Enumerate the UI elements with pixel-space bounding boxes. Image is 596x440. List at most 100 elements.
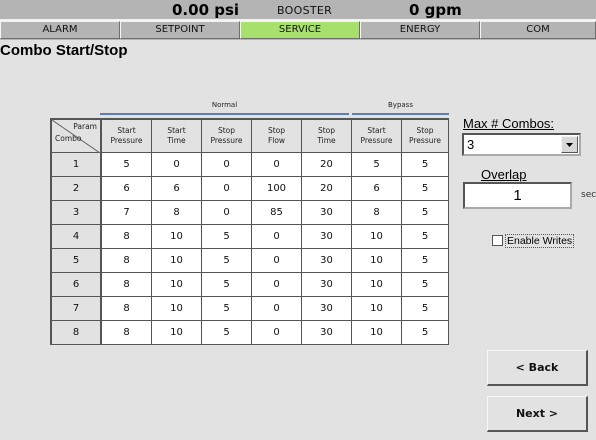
column-header: Stop Pressure — [202, 120, 252, 153]
param-value-cell[interactable]: 6 — [352, 177, 402, 201]
param-value-cell[interactable]: 0 — [252, 225, 302, 249]
param-value-cell[interactable]: 8 — [102, 321, 152, 345]
tab-alarm[interactable]: ALARM — [0, 21, 120, 39]
param-value-cell[interactable]: 8 — [102, 225, 152, 249]
enable-writes-label[interactable]: Enable Writes — [505, 234, 575, 248]
dropdown-button[interactable] — [561, 136, 578, 153]
param-value-cell[interactable]: 30 — [302, 225, 352, 249]
combo-number-cell: 6 — [52, 273, 102, 297]
param-value-cell[interactable]: 8 — [102, 273, 152, 297]
tab-setpoint[interactable]: SETPOINT — [120, 21, 240, 39]
param-value-cell[interactable]: 5 — [402, 297, 449, 321]
param-value-cell[interactable]: 0 — [202, 153, 252, 177]
table-row: 6 8 10 5 0 30 10 5 — [52, 273, 449, 297]
param-value-cell[interactable]: 30 — [302, 273, 352, 297]
tab-com[interactable]: COM — [480, 21, 596, 39]
corner-param-label: Param — [73, 122, 97, 131]
corner-combo-label: Combo — [55, 134, 82, 143]
bypass-group-line — [352, 113, 449, 115]
triangle-down-icon — [566, 143, 573, 147]
param-value-cell[interactable]: 6 — [152, 177, 202, 201]
overlap-input[interactable]: 1 — [463, 182, 572, 209]
param-value-cell[interactable]: 5 — [202, 249, 252, 273]
param-value-cell[interactable]: 10 — [152, 321, 202, 345]
param-value-cell[interactable]: 5 — [202, 321, 252, 345]
table-header-row: Param Combo Start Pressure Start Time Stop… — [52, 120, 449, 153]
combo-number-cell: 3 — [52, 201, 102, 225]
param-value-cell[interactable]: 0 — [252, 153, 302, 177]
table-row: 2 6 6 0 100 20 6 5 — [52, 177, 449, 201]
param-value-cell[interactable]: 0 — [152, 153, 202, 177]
table-row: 5 8 10 5 0 30 10 5 — [52, 249, 449, 273]
param-value-cell[interactable]: 5 — [402, 321, 449, 345]
enable-writes-checkbox[interactable] — [492, 235, 503, 246]
param-value-cell[interactable]: 8 — [102, 249, 152, 273]
param-value-cell[interactable]: 8 — [352, 201, 402, 225]
max-combos-label: Max # Combos: — [463, 116, 555, 131]
table-row: 7 8 10 5 0 30 10 5 — [52, 297, 449, 321]
param-value-cell[interactable]: 0 — [252, 273, 302, 297]
param-value-cell[interactable]: 10 — [152, 297, 202, 321]
param-value-cell[interactable]: 10 — [152, 249, 202, 273]
table-row: 1 5 0 0 0 20 5 5 — [52, 153, 449, 177]
param-value-cell[interactable]: 30 — [302, 321, 352, 345]
param-value-cell[interactable]: 10 — [152, 273, 202, 297]
param-value-cell[interactable]: 5 — [102, 153, 152, 177]
param-value-cell[interactable]: 10 — [352, 225, 402, 249]
param-value-cell[interactable]: 100 — [252, 177, 302, 201]
param-value-cell[interactable]: 8 — [102, 297, 152, 321]
flow-readout: 0 gpm — [409, 1, 462, 19]
param-value-cell[interactable]: 8 — [152, 201, 202, 225]
param-value-cell[interactable]: 5 — [402, 249, 449, 273]
param-value-cell[interactable]: 10 — [352, 297, 402, 321]
max-combos-select[interactable]: 3 — [462, 133, 581, 156]
param-value-cell[interactable]: 5 — [402, 177, 449, 201]
combo-number-cell: 8 — [52, 321, 102, 345]
param-value-cell[interactable]: 5 — [402, 153, 449, 177]
next-button[interactable]: Next > — [487, 396, 588, 432]
param-value-cell[interactable]: 0 — [202, 177, 252, 201]
param-value-cell[interactable]: 5 — [402, 225, 449, 249]
combo-number-cell: 4 — [52, 225, 102, 249]
param-value-cell[interactable]: 30 — [302, 297, 352, 321]
param-value-cell[interactable]: 10 — [352, 249, 402, 273]
param-value-cell[interactable]: 85 — [252, 201, 302, 225]
status-header: 0.00 psi BOOSTER 0 gpm ALARM SETPOINT SE… — [0, 0, 596, 40]
param-value-cell[interactable]: 6 — [102, 177, 152, 201]
tab-service[interactable]: SERVICE — [240, 21, 360, 39]
param-value-cell[interactable]: 5 — [202, 273, 252, 297]
param-value-cell[interactable]: 5 — [402, 273, 449, 297]
param-value-cell[interactable]: 20 — [302, 177, 352, 201]
table-row: 4 8 10 5 0 30 10 5 — [52, 225, 449, 249]
column-header: Stop Pressure — [402, 120, 449, 153]
overlap-label: Overlap — [481, 167, 527, 182]
table-row: 3 7 8 0 85 30 8 5 — [52, 201, 449, 225]
param-value-cell[interactable]: 10 — [352, 321, 402, 345]
tab-energy[interactable]: ENERGY — [360, 21, 480, 39]
param-value-cell[interactable]: 10 — [152, 225, 202, 249]
combo-number-cell: 2 — [52, 177, 102, 201]
pressure-readout: 0.00 psi — [172, 1, 240, 19]
normal-group-line — [100, 113, 349, 115]
combo-parameter-table: Param Combo Start Pressure Start Time Stop… — [50, 118, 449, 345]
param-value-cell[interactable]: 7 — [102, 201, 152, 225]
param-value-cell[interactable]: 5 — [402, 201, 449, 225]
normal-group-label: Normal — [211, 101, 238, 109]
param-value-cell[interactable]: 30 — [302, 249, 352, 273]
mode-label: BOOSTER — [277, 4, 333, 17]
param-value-cell[interactable]: 0 — [202, 201, 252, 225]
param-value-cell[interactable]: 5 — [202, 225, 252, 249]
page-title: Combo Start/Stop — [0, 42, 128, 59]
param-value-cell[interactable]: 10 — [352, 273, 402, 297]
param-value-cell[interactable]: 0 — [252, 297, 302, 321]
param-value-cell[interactable]: 0 — [252, 249, 302, 273]
column-header: Stop Flow — [252, 120, 302, 153]
table-row: 8 8 10 5 0 30 10 5 — [52, 321, 449, 345]
param-value-cell[interactable]: 0 — [252, 321, 302, 345]
back-button[interactable]: < Back — [487, 350, 588, 386]
param-value-cell[interactable]: 5 — [202, 297, 252, 321]
param-value-cell[interactable]: 20 — [302, 153, 352, 177]
column-header: Start Pressure — [102, 120, 152, 153]
param-value-cell[interactable]: 30 — [302, 201, 352, 225]
param-value-cell[interactable]: 5 — [352, 153, 402, 177]
